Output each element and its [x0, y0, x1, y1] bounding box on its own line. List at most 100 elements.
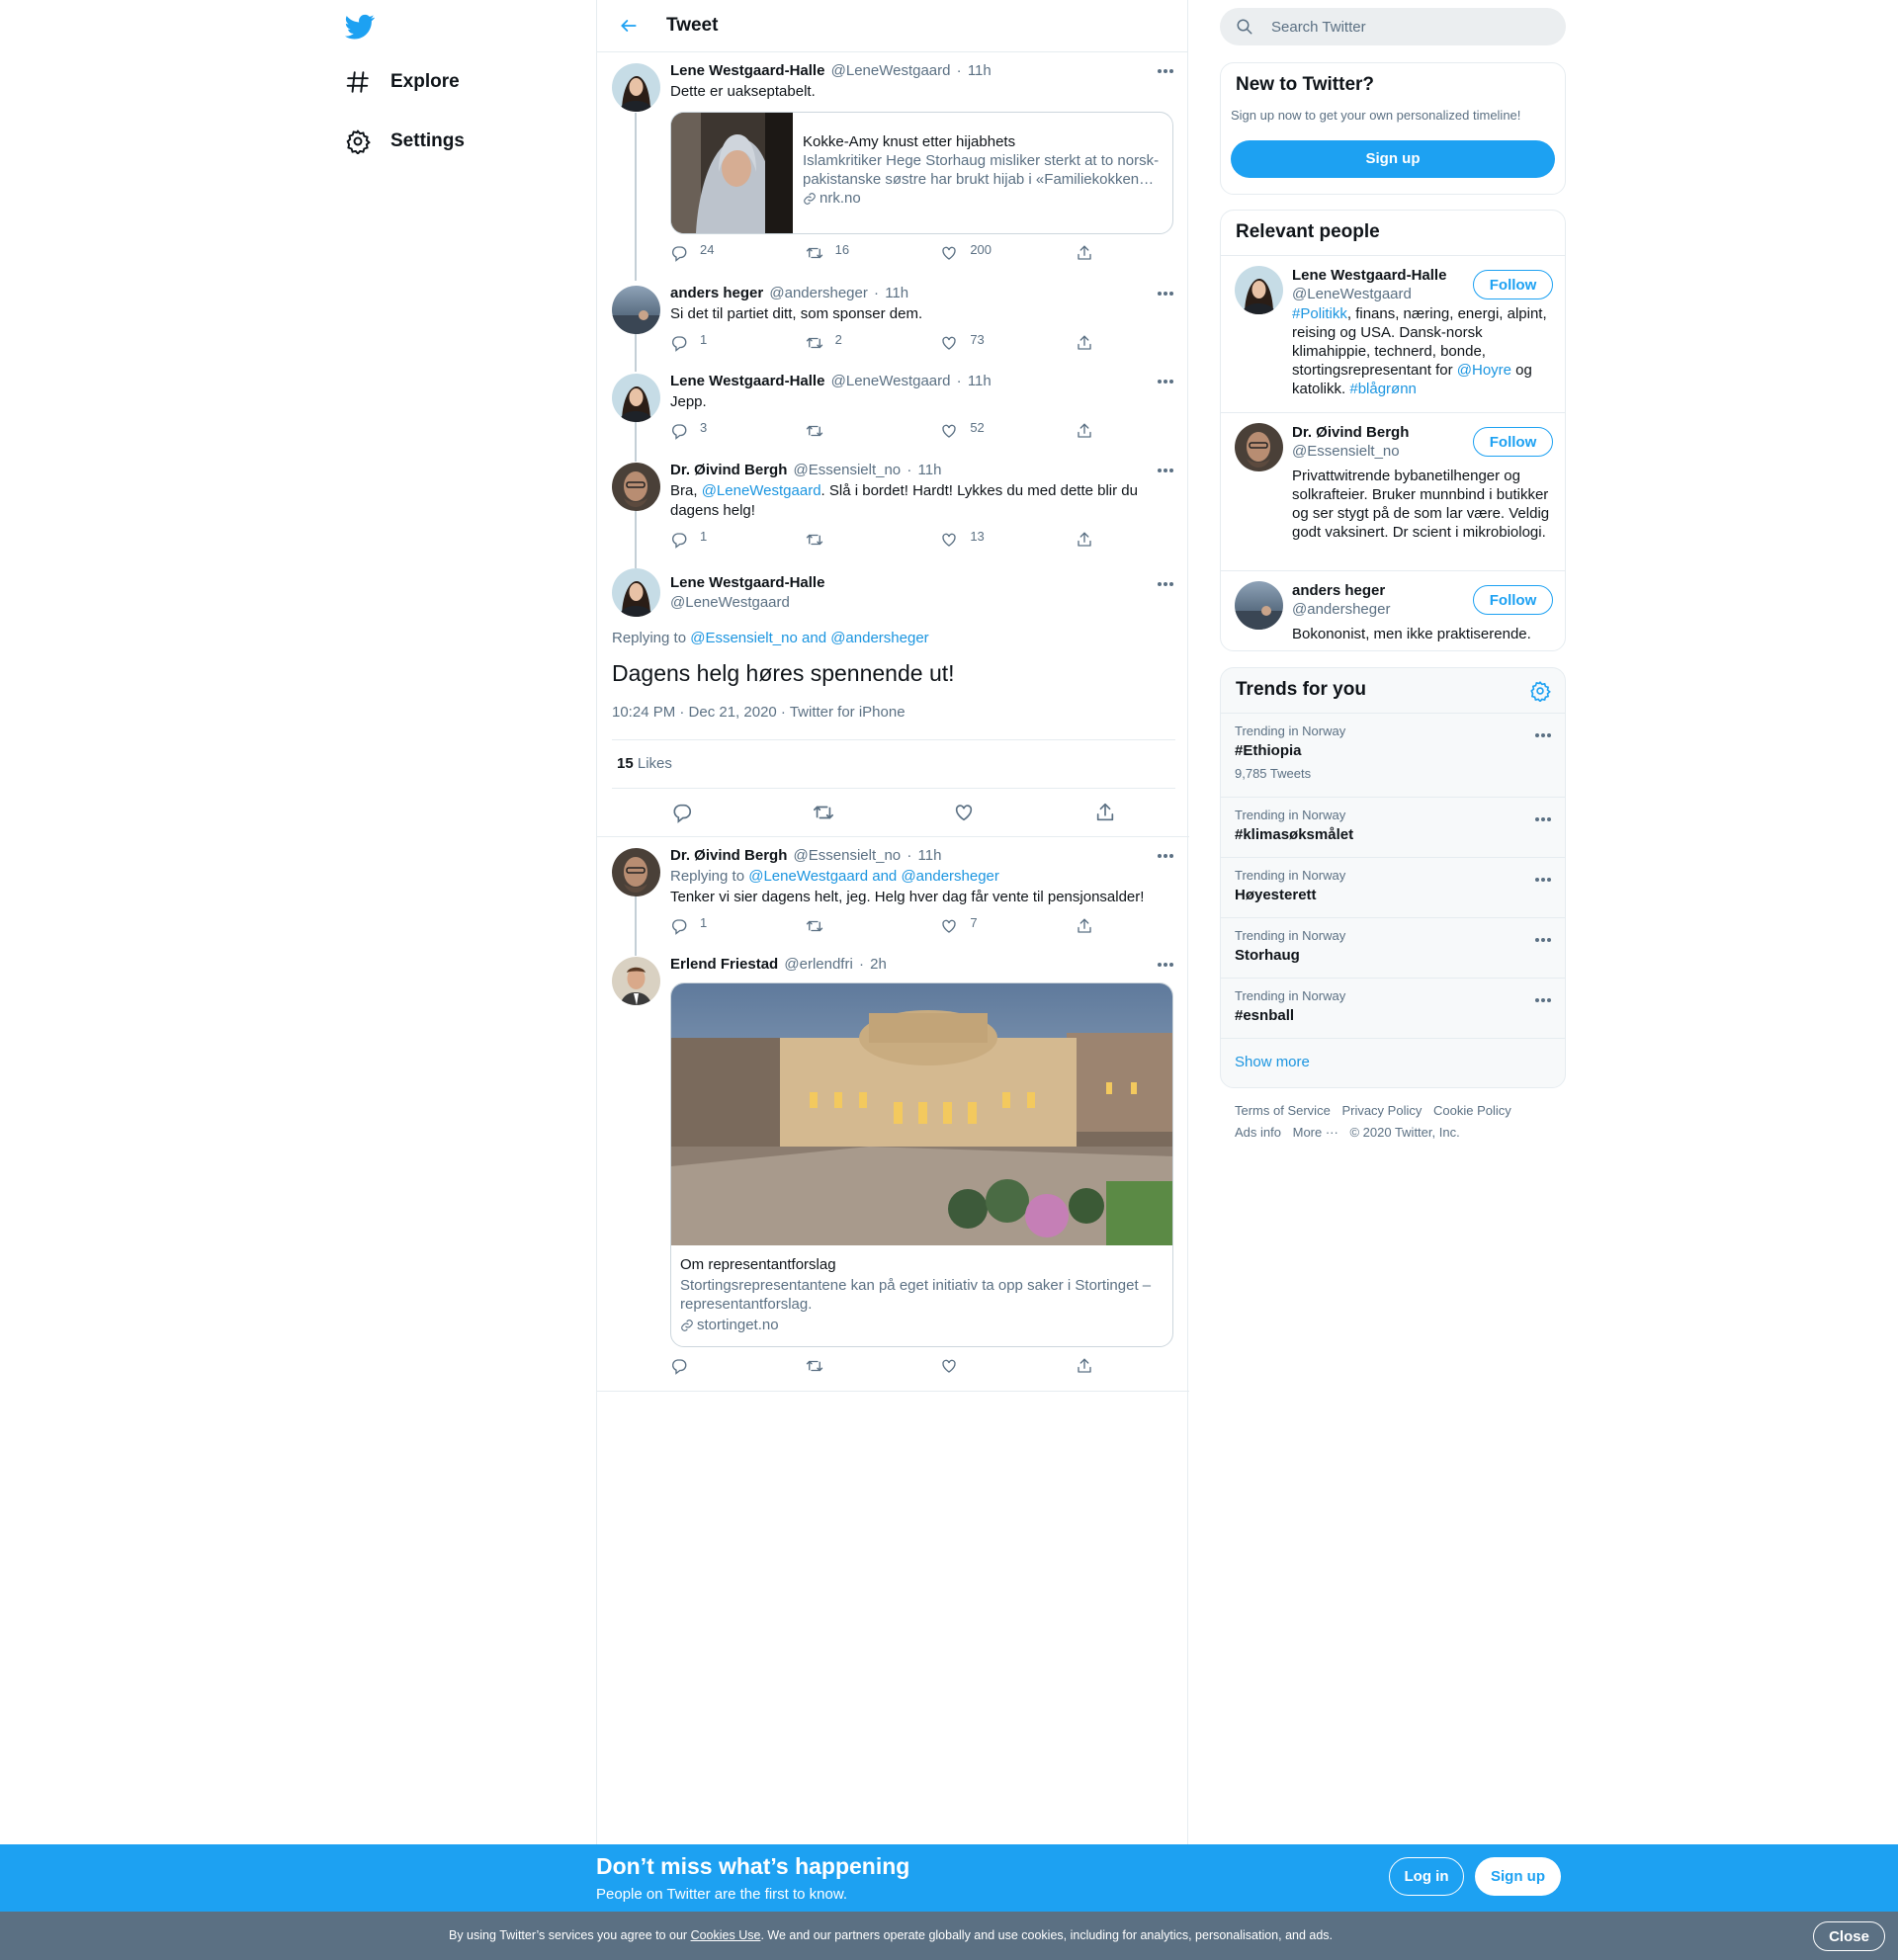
terms-link[interactable]: Terms of Service: [1235, 1103, 1331, 1118]
more-options-icon[interactable]: [1533, 932, 1553, 948]
trends-settings-gear-icon[interactable]: [1529, 680, 1551, 702]
avatar[interactable]: [612, 568, 660, 617]
author-name[interactable]: Lene Westgaard-Halle: [670, 573, 824, 593]
author-name[interactable]: anders heger: [670, 285, 763, 301]
avatar[interactable]: [612, 374, 660, 422]
tweet-time[interactable]: 2h: [870, 956, 887, 973]
avatar[interactable]: [1235, 266, 1283, 314]
hashtag-link[interactable]: #blågrønn: [1349, 381, 1417, 397]
follow-button[interactable]: Follow: [1473, 585, 1553, 615]
tweet-timestamp[interactable]: 10:24 PM · Dec 21, 2020 · Twitter for iP…: [612, 704, 906, 721]
trend-item[interactable]: Trending in Norway Storhaug: [1221, 917, 1565, 978]
share-button[interactable]: [1076, 1357, 1095, 1377]
person-item[interactable]: Follow anders heger @andersheger Bokonon…: [1221, 570, 1565, 650]
thread-tweet[interactable]: anders heger @andersheger · 11h Si det t…: [597, 284, 1189, 354]
tweet-time[interactable]: 11h: [885, 285, 908, 301]
retweet-button[interactable]: 16: [806, 242, 885, 264]
cookie-close-button[interactable]: Close: [1813, 1921, 1885, 1951]
likes-stat[interactable]: 15 Likes: [612, 739, 1175, 789]
retweet-button[interactable]: [806, 1357, 885, 1377]
avatar[interactable]: [612, 286, 660, 334]
cookies-use-link[interactable]: Cookies Use: [691, 1928, 761, 1942]
back-button[interactable]: [611, 8, 647, 43]
avatar[interactable]: [612, 957, 660, 1005]
reply-button[interactable]: 1: [670, 915, 749, 937]
share-button[interactable]: [1076, 244, 1095, 264]
avatar[interactable]: [1235, 423, 1283, 471]
tweet-time[interactable]: 11h: [918, 847, 942, 864]
mention-link[interactable]: @LeneWestgaard: [702, 482, 821, 499]
avatar[interactable]: [1235, 581, 1283, 630]
follow-button[interactable]: Follow: [1473, 270, 1553, 299]
mention-link[interactable]: @Hoyre: [1457, 362, 1511, 379]
reply-button[interactable]: 1: [670, 332, 749, 354]
tweet-time[interactable]: 11h: [968, 373, 992, 389]
retweet-button[interactable]: [806, 531, 885, 551]
author-name[interactable]: Lene Westgaard-Halle: [670, 62, 824, 79]
person-item[interactable]: Follow Lene Westgaard-Halle @LeneWestgaa…: [1221, 255, 1565, 412]
author-name[interactable]: Erlend Friestad: [670, 956, 778, 973]
replying-to-link[interactable]: @Essensielt_no and @andersheger: [690, 630, 928, 646]
author-handle[interactable]: @Essensielt_no: [794, 847, 902, 864]
more-options-icon[interactable]: [1533, 992, 1553, 1008]
author-handle[interactable]: @LeneWestgaard: [670, 593, 824, 613]
more-options-icon[interactable]: [1156, 374, 1175, 389]
trend-item[interactable]: Trending in Norway #klimasøksmålet: [1221, 797, 1565, 857]
hashtag-link[interactable]: #Politikk: [1292, 305, 1347, 322]
thread-tweet[interactable]: Dr. Øivind Bergh @Essensielt_no · 11h Br…: [597, 461, 1189, 551]
author-handle[interactable]: @Essensielt_no: [794, 462, 902, 478]
ads-info-link[interactable]: Ads info: [1235, 1125, 1281, 1140]
nav-explore[interactable]: Explore: [345, 69, 460, 95]
privacy-link[interactable]: Privacy Policy: [1341, 1103, 1422, 1118]
signup-button[interactable]: Sign up: [1475, 1857, 1561, 1896]
trend-item[interactable]: Trending in Norway #esnball: [1221, 978, 1565, 1038]
show-more-link[interactable]: Show more: [1235, 1054, 1310, 1070]
more-options-icon[interactable]: [1156, 957, 1175, 973]
tweet-time[interactable]: 11h: [968, 62, 992, 79]
more-options-icon[interactable]: [1156, 63, 1175, 79]
nav-settings[interactable]: Settings: [345, 128, 465, 154]
share-icon[interactable]: [1094, 802, 1116, 823]
link-card[interactable]: Kokke-Amy knust etter hijabhets Islamkri…: [670, 112, 1173, 234]
thread-tweet[interactable]: Lene Westgaard-Halle @LeneWestgaard · 11…: [597, 372, 1189, 442]
like-button[interactable]: 52: [940, 420, 1019, 442]
reply-button[interactable]: 3: [670, 420, 749, 442]
retweet-button[interactable]: [806, 422, 885, 442]
share-button[interactable]: [1076, 917, 1095, 937]
reply-button[interactable]: 24: [670, 242, 749, 264]
twitter-logo-icon[interactable]: [345, 12, 375, 42]
more-options-icon[interactable]: [1533, 727, 1553, 743]
reply-button[interactable]: 1: [670, 529, 749, 551]
reply-button[interactable]: [670, 1357, 749, 1377]
like-button[interactable]: 200: [940, 242, 1019, 264]
share-button[interactable]: [1076, 422, 1095, 442]
more-options-icon[interactable]: [1156, 463, 1175, 478]
reply-tweet[interactable]: Dr. Øivind Bergh @Essensielt_no · 11h Re…: [597, 846, 1189, 937]
like-button[interactable]: 7: [940, 915, 1019, 937]
heart-icon[interactable]: [953, 802, 975, 823]
link-card[interactable]: Om representantforslag Stortingsrepresen…: [670, 982, 1173, 1347]
thread-tweet[interactable]: Lene Westgaard-Halle @LeneWestgaard · 11…: [597, 61, 1189, 264]
trend-item[interactable]: Trending in Norway Høyesterett: [1221, 857, 1565, 917]
tweet-time[interactable]: 11h: [918, 462, 942, 478]
share-button[interactable]: [1076, 531, 1095, 551]
like-button[interactable]: [940, 1357, 1019, 1377]
trend-item[interactable]: Trending in Norway #Ethiopia 9,785 Tweet…: [1221, 713, 1565, 797]
avatar[interactable]: [612, 463, 660, 511]
like-button[interactable]: 13: [940, 529, 1019, 551]
author-handle[interactable]: @andersheger: [769, 285, 867, 301]
cookie-policy-link[interactable]: Cookie Policy: [1433, 1103, 1511, 1118]
more-link[interactable]: More ···: [1293, 1125, 1338, 1140]
more-options-icon[interactable]: [1533, 872, 1553, 888]
more-options-icon[interactable]: [1156, 576, 1175, 592]
retweet-button[interactable]: 2: [806, 332, 885, 354]
retweet-icon[interactable]: [813, 802, 834, 823]
avatar[interactable]: [612, 848, 660, 896]
reply-icon[interactable]: [671, 802, 693, 823]
more-options-icon[interactable]: [1156, 286, 1175, 301]
author-handle[interactable]: @erlendfri: [784, 956, 852, 973]
author-handle[interactable]: @LeneWestgaard: [831, 62, 951, 79]
author-name[interactable]: Dr. Øivind Bergh: [670, 847, 787, 864]
more-options-icon[interactable]: [1533, 811, 1553, 827]
author-handle[interactable]: @LeneWestgaard: [831, 373, 951, 389]
